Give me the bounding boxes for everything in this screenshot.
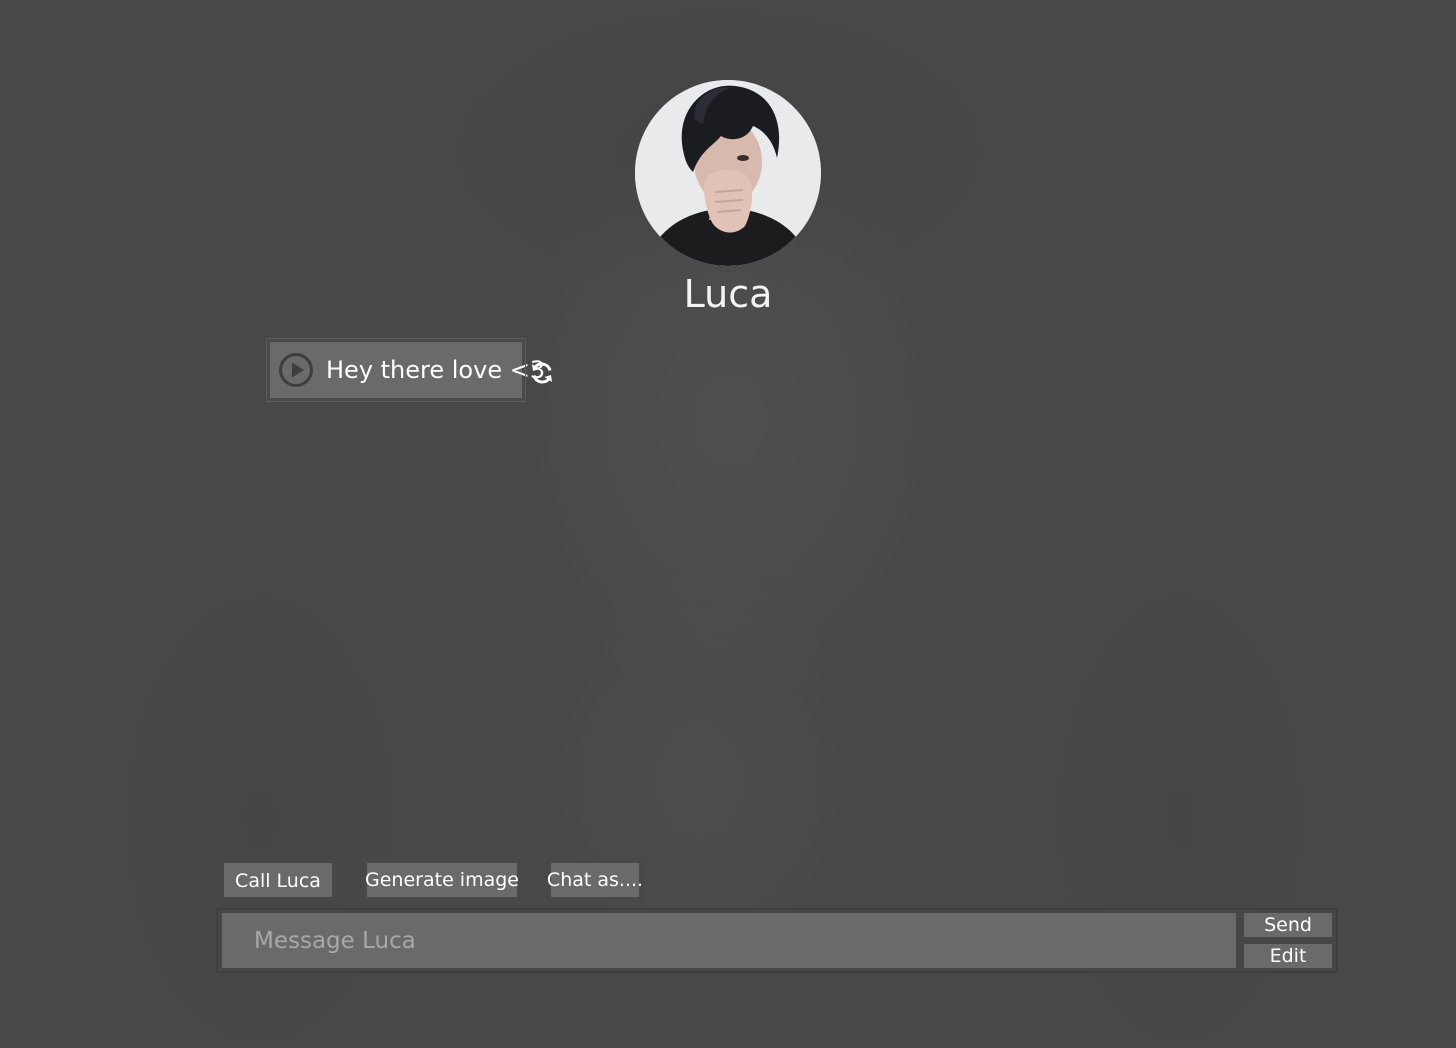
message-text: Hey there love <3 (326, 356, 546, 384)
edit-button[interactable]: Edit (1244, 944, 1332, 968)
character-portrait-icon (635, 80, 821, 266)
generate-image-button[interactable]: Generate image (363, 859, 521, 901)
send-button[interactable]: Send (1244, 913, 1332, 937)
message-composer: Send Edit (216, 908, 1338, 973)
message-bubble: Hey there love <3 (266, 338, 545, 402)
refresh-icon[interactable] (529, 360, 555, 386)
message-input[interactable] (222, 913, 1236, 968)
avatar (635, 80, 821, 266)
character-name: Luca (683, 272, 773, 316)
chat-as-button[interactable]: Chat as.... (547, 859, 643, 901)
call-button[interactable]: Call Luca (220, 859, 336, 901)
play-circle-icon[interactable] (278, 352, 314, 388)
